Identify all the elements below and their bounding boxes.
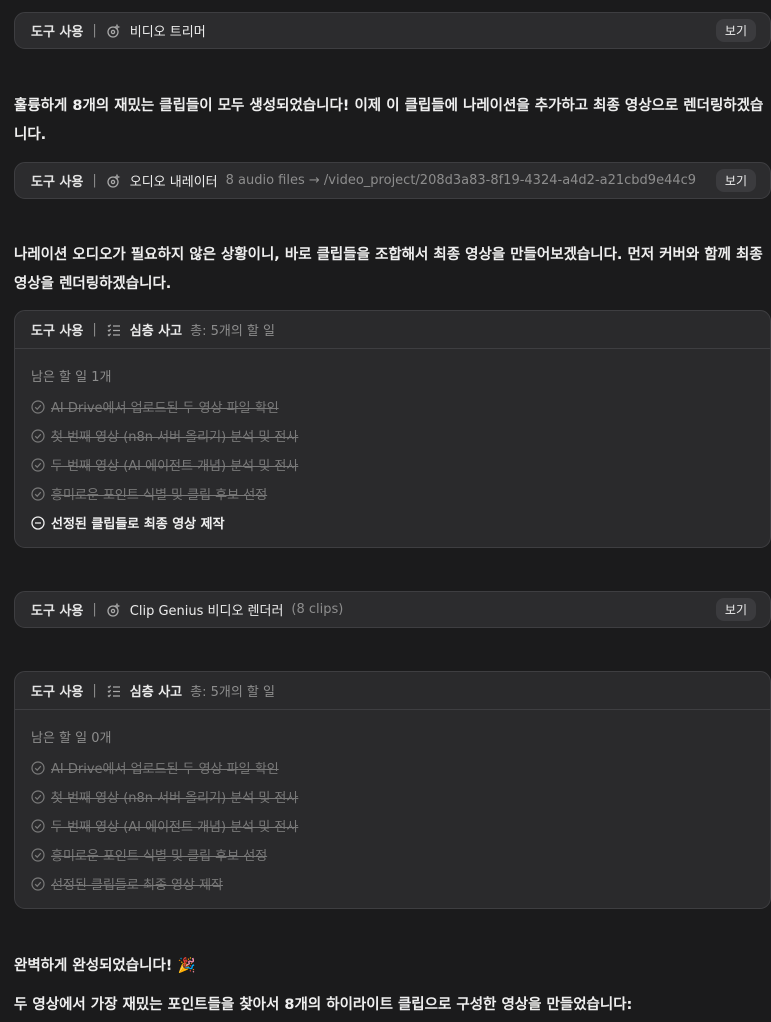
view-button[interactable]: 보기 bbox=[715, 598, 756, 621]
tool-use-label: 도구 사용 bbox=[31, 25, 84, 40]
todo-text: 흥미로운 포인트 식별 및 클립 후보 선정 bbox=[51, 488, 268, 503]
todo-text: 흥미로운 포인트 식별 및 클립 후보 선정 bbox=[51, 849, 268, 864]
todo-count: 총: 5개의 할 일 bbox=[190, 685, 275, 700]
todo-item: 첫 번째 영상 (n8n 서버 올리기) 분석 및 전사 bbox=[31, 782, 754, 811]
tool-gear-icon bbox=[106, 173, 122, 189]
tool-call-audio-narrator: 도구 사용 | 오디오 내레이터 8 audio files → /video_… bbox=[14, 162, 771, 199]
todo-item: 두 번째 영상 (AI 에이전트 개념) 분석 및 전사 bbox=[31, 450, 754, 479]
check-circle-icon bbox=[31, 399, 45, 414]
check-circle-icon bbox=[31, 428, 45, 443]
check-circle-icon bbox=[31, 457, 45, 472]
tool-call-clip-genius-renderer: 도구 사용 | Clip Genius 비디오 렌더러 (8 clips) 보기 bbox=[14, 591, 771, 628]
checklist-icon bbox=[106, 683, 122, 699]
todo-text: AI Drive에서 업로드된 두 영상 파일 확인 bbox=[51, 762, 279, 777]
tool-name: 오디오 내레이터 bbox=[129, 175, 218, 190]
assistant-message: 완벽하게 완성되었습니다! 🎉 bbox=[14, 958, 196, 974]
assistant-message: 훌륭하게 8개의 재밌는 클립들이 모두 생성되었습니다! 이제 이 클립들에 … bbox=[14, 98, 764, 143]
check-circle-icon bbox=[31, 760, 45, 775]
separator: | bbox=[92, 602, 97, 617]
tool-detail: 8 audio files → /video_project/208d3a83-… bbox=[225, 173, 697, 188]
todo-panel: 도구 사용 | 심층 사고 총: 5개의 할 일 남은 할 일 0개 AI Dr… bbox=[14, 671, 771, 909]
separator: | bbox=[92, 173, 97, 188]
check-circle-icon bbox=[31, 818, 45, 833]
todo-text: 선정된 클립들로 최종 영상 제작 bbox=[51, 517, 225, 532]
tool-gear-icon bbox=[106, 602, 122, 618]
check-circle-icon bbox=[31, 876, 45, 891]
tool-use-label: 도구 사용 bbox=[31, 685, 84, 700]
todo-item-in-progress: 선정된 클립들로 최종 영상 제작 bbox=[31, 508, 754, 537]
tool-use-label: 도구 사용 bbox=[31, 604, 84, 619]
tool-use-label: 도구 사용 bbox=[31, 324, 84, 339]
todo-item: AI Drive에서 업로드된 두 영상 파일 확인 bbox=[31, 753, 754, 782]
todo-header: 도구 사용 | 심층 사고 총: 5개의 할 일 bbox=[15, 311, 770, 349]
separator: | bbox=[92, 683, 97, 698]
todo-item: 선정된 클립들로 최종 영상 제작 bbox=[31, 869, 754, 898]
todo-panel: 도구 사용 | 심층 사고 총: 5개의 할 일 남은 할 일 1개 AI Dr… bbox=[14, 310, 771, 548]
todo-count: 총: 5개의 할 일 bbox=[190, 324, 275, 339]
view-button[interactable]: 보기 bbox=[715, 169, 756, 192]
todo-item: 첫 번째 영상 (n8n 서버 올리기) 분석 및 전사 bbox=[31, 421, 754, 450]
tool-use-label: 도구 사용 bbox=[31, 175, 84, 190]
separator: | bbox=[92, 23, 97, 38]
todo-title: 심층 사고 bbox=[129, 685, 183, 700]
view-button[interactable]: 보기 bbox=[715, 19, 756, 42]
check-circle-icon bbox=[31, 789, 45, 804]
todo-item: 흥미로운 포인트 식별 및 클립 후보 선정 bbox=[31, 840, 754, 869]
todo-text: 두 번째 영상 (AI 에이전트 개념) 분석 및 전사 bbox=[51, 820, 299, 835]
checklist-icon bbox=[106, 322, 122, 338]
assistant-message: 나레이션 오디오가 필요하지 않은 상황이니, 바로 클립들을 조합해서 최종 … bbox=[14, 247, 763, 292]
todo-item: 흥미로운 포인트 식별 및 클립 후보 선정 bbox=[31, 479, 754, 508]
tool-gear-icon bbox=[106, 23, 122, 39]
assistant-message: 두 영상에서 가장 재밌는 포인트들을 찾아서 8개의 하이라이트 클립으로 구… bbox=[14, 997, 633, 1013]
tool-name: 비디오 트리머 bbox=[129, 25, 206, 40]
minus-circle-icon bbox=[31, 515, 45, 530]
todo-header: 도구 사용 | 심층 사고 총: 5개의 할 일 bbox=[15, 672, 770, 710]
todo-title: 심층 사고 bbox=[129, 324, 183, 339]
todo-text: 두 번째 영상 (AI 에이전트 개념) 분석 및 전사 bbox=[51, 459, 299, 474]
tool-name: Clip Genius 비디오 렌더러 bbox=[129, 604, 284, 619]
tool-call-video-trimmer: 도구 사용 | 비디오 트리머 보기 bbox=[14, 12, 771, 49]
todo-text: AI Drive에서 업로드된 두 영상 파일 확인 bbox=[51, 401, 279, 416]
todo-text: 첫 번째 영상 (n8n 서버 올리기) 분석 및 전사 bbox=[51, 791, 299, 806]
todo-text: 선정된 클립들로 최종 영상 제작 bbox=[51, 878, 224, 893]
check-circle-icon bbox=[31, 486, 45, 501]
todo-item: AI Drive에서 업로드된 두 영상 파일 확인 bbox=[31, 392, 754, 421]
separator: | bbox=[92, 322, 97, 337]
tool-detail: (8 clips) bbox=[291, 602, 344, 617]
remaining-count: 남은 할 일 1개 bbox=[31, 370, 112, 385]
todo-item: 두 번째 영상 (AI 에이전트 개념) 분석 및 전사 bbox=[31, 811, 754, 840]
todo-text: 첫 번째 영상 (n8n 서버 올리기) 분석 및 전사 bbox=[51, 430, 299, 445]
remaining-count: 남은 할 일 0개 bbox=[31, 731, 112, 746]
check-circle-icon bbox=[31, 847, 45, 862]
